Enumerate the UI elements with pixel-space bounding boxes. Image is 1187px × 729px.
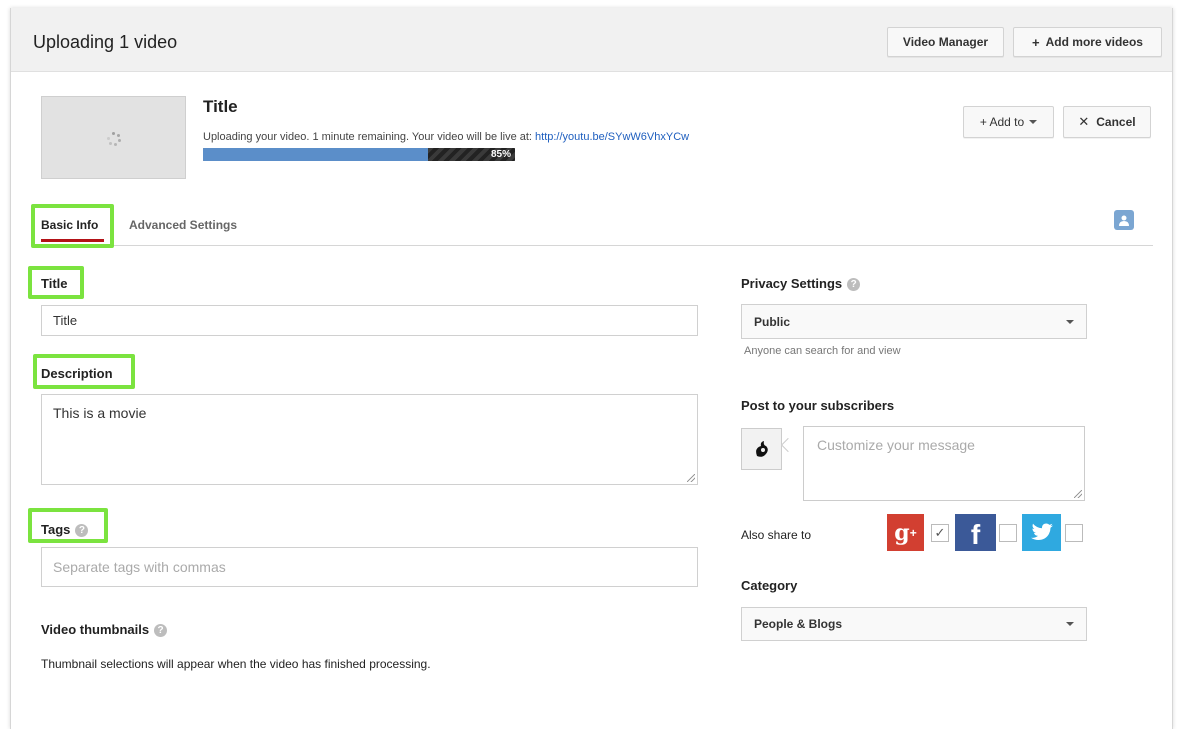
add-more-videos-label: Add more videos (1045, 35, 1143, 49)
plus-icon: + (1032, 34, 1040, 50)
channel-avatar (741, 428, 782, 470)
privacy-settings-label-text: Privacy Settings (741, 276, 843, 291)
upload-progress-bar: 85% (203, 148, 515, 161)
facebook-checkbox[interactable] (999, 524, 1017, 542)
also-share-label: Also share to (741, 528, 812, 542)
dropdown-caret-icon (1066, 622, 1074, 626)
category-select-value: People & Blogs (754, 617, 843, 631)
help-icon[interactable]: ? (75, 524, 89, 538)
add-to-label: + Add to (979, 115, 1025, 129)
video-manager-button[interactable]: Video Manager (887, 27, 1004, 57)
help-icon[interactable]: ? (847, 278, 861, 292)
category-select[interactable]: People & Blogs (741, 607, 1087, 641)
video-url-link[interactable]: http://youtu.be/SYwW6VhxYCw (535, 131, 689, 143)
thumbnails-note: Thumbnail selections will appear when th… (41, 657, 431, 671)
dropdown-caret-icon (1066, 319, 1074, 324)
tags-input[interactable]: Separate tags with commas (41, 547, 698, 587)
dropdown-caret-icon (1029, 120, 1038, 124)
google-plus-icon[interactable]: g + (887, 514, 924, 551)
upload-page: Uploading 1 video Video Manager + Add mo… (10, 8, 1173, 729)
add-more-videos-button[interactable]: + Add more videos (1013, 27, 1162, 57)
twitter-icon[interactable] (1022, 514, 1061, 551)
description-label: Description (41, 366, 113, 381)
privacy-hint: Anyone can search for and view (744, 345, 901, 357)
video-thumbnails-label: Video thumbnails? (41, 622, 168, 638)
speech-bubble-tip (780, 437, 796, 453)
add-to-button[interactable]: + Add to (963, 106, 1054, 138)
video-thumbnail-placeholder (41, 96, 186, 179)
resize-handle-icon[interactable] (687, 474, 695, 482)
share-people-icon[interactable] (1114, 210, 1134, 230)
privacy-select[interactable]: Public (741, 304, 1087, 339)
avatar-glyph (755, 441, 768, 457)
settings-tabs: Basic Info Advanced Settings (31, 208, 1153, 246)
progress-percent: 85% (490, 149, 511, 160)
facebook-icon[interactable]: f (955, 514, 996, 551)
upload-status-message: Uploading your video. 1 minute remaining… (203, 131, 536, 143)
post-to-subscribers-label: Post to your subscribers (741, 398, 895, 413)
twitter-checkbox[interactable] (1065, 524, 1083, 542)
upload-status-text: Uploading your video. 1 minute remaining… (203, 131, 689, 143)
upload-header-bar: Uploading 1 video Video Manager + Add mo… (11, 8, 1172, 72)
help-icon[interactable]: ? (154, 624, 168, 638)
cancel-label: Cancel (1096, 115, 1136, 129)
upload-video-title: Title (203, 97, 238, 116)
description-text: This is a movie (53, 405, 147, 421)
page-title: Uploading 1 video (33, 32, 178, 52)
tab-basic-info[interactable]: Basic Info (41, 218, 105, 242)
google-plus-checkbox[interactable]: ✓ (931, 524, 949, 542)
video-thumbnails-label-text: Video thumbnails (41, 622, 150, 637)
loading-spinner-icon (107, 132, 121, 146)
progress-fill (203, 148, 428, 161)
tab-advanced-settings[interactable]: Advanced Settings (129, 218, 237, 232)
close-icon: ✕ (1078, 114, 1090, 129)
category-label: Category (741, 578, 798, 593)
title-input[interactable]: Title (41, 305, 698, 336)
tags-label-text: Tags (41, 522, 71, 537)
description-textarea[interactable]: This is a movie (41, 394, 698, 485)
resize-handle-icon[interactable] (1074, 490, 1082, 498)
cancel-button[interactable]: ✕ Cancel (1063, 106, 1151, 138)
title-label: Title (41, 276, 68, 291)
privacy-settings-label: Privacy Settings? (741, 276, 861, 292)
people-glyph (1119, 215, 1129, 226)
privacy-select-value: Public (754, 314, 791, 329)
message-placeholder: Customize your message (817, 437, 975, 453)
twitter-bird-glyph (1030, 523, 1053, 540)
subscriber-message-input[interactable]: Customize your message (803, 426, 1085, 501)
tags-label: Tags? (41, 522, 89, 538)
